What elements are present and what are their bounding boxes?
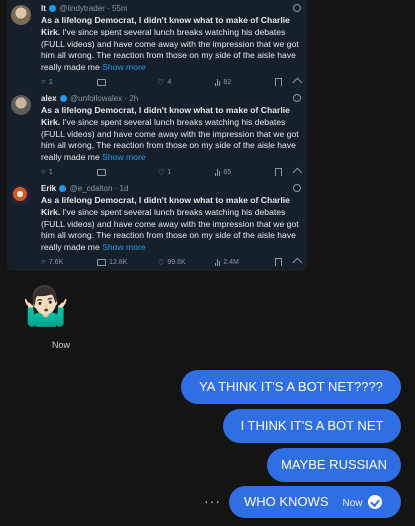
tweet-time: 2h [129,94,139,103]
like-count: ♡ 99.6K [157,257,186,267]
reply-count: ○ 1 [41,167,53,176]
reply-icon: ○ [41,77,46,86]
grok-icon [293,94,301,102]
tweet-header: alex @unfollowalex · 2h [41,94,139,103]
share-icon [292,257,303,267]
tweet-text: As a lifelong Democrat, I didn't know wh… [41,195,301,254]
tweet-text: As a lifelong Democrat, I didn't know wh… [41,105,301,164]
heart-icon: ♡ [157,257,165,267]
reply-icon: ○ [41,167,46,176]
avatar [11,95,31,115]
author-name: alex [41,94,57,103]
share-icon [292,77,303,87]
tweet-actions: ○ 1 ♡ 1 65 [41,167,303,177]
view-count: 82 [215,78,275,86]
avatar [11,5,31,25]
grok-icon [293,184,301,192]
read-receipt-icon [367,495,382,509]
repost-count: 12.8K [97,258,157,266]
reply-count: ○ 7.6K [41,257,64,266]
show-more-link: Show more [102,242,146,253]
show-more-link: Show more [102,62,146,73]
shared-screenshot[interactable]: lt @lindytrader · 55m As a lifelong Demo… [7,0,307,271]
tweet-time: 1d [119,184,129,193]
message-timestamp: Now [52,340,71,350]
views-icon [215,168,221,176]
reply-icon: ○ [41,257,46,266]
message-bubble[interactable]: I THINK IT'S A BOT NET [223,409,401,443]
tweet-body: I've since spent several lunch breaks wa… [41,26,299,73]
tweet-body: I've since spent several lunch breaks wa… [41,116,299,163]
show-more-link: Show more [102,152,146,163]
repost-icon [97,168,107,176]
bookmark-icon [275,258,283,266]
view-count: 65 [215,168,275,176]
views-icon [215,78,221,86]
more-options-icon[interactable]: ··· [204,493,221,509]
heart-icon: ♡ [157,77,165,87]
heart-icon: ♡ [157,167,165,177]
views-icon [215,258,221,266]
bookmark-icon [275,78,283,86]
message-bubble[interactable]: MAYBE RUSSIAN [267,448,401,482]
avatar [11,185,31,205]
message-bubble[interactable]: YA THINK IT'S A BOT NET???? [181,370,401,404]
message-text: WHO KNOWS [244,494,329,509]
message-timestamp: Now [342,498,363,509]
tweet-header: Erik @e_cdalton · 1d [41,184,129,193]
tweet-text: As a lifelong Democrat, I didn't know wh… [41,15,301,74]
reply-count: ○ 1 [41,77,53,86]
tweet-card: alex @unfollowalex · 2h As a lifelong De… [7,90,307,180]
repost-count [97,78,157,86]
author-handle: @lindytrader [59,4,105,13]
bookmark-icon [275,168,283,176]
tweet-actions: ○ 1 ♡ 4 82 [41,77,303,87]
grok-icon [293,4,301,12]
repost-count [97,168,157,176]
repost-icon [97,78,107,86]
author-name: lt [41,4,46,13]
tweet-card: lt @lindytrader · 55m As a lifelong Demo… [7,0,307,90]
tweet-card: Erik @e_cdalton · 1d As a lifelong Democ… [7,180,307,270]
message-bubble-last[interactable]: WHO KNOWS Now [229,486,401,518]
tweet-body: I've since spent several lunch breaks wa… [41,206,299,253]
verified-badge-icon [49,5,57,12]
like-count: ♡ 4 [157,77,172,87]
tweet-actions: ○ 7.6K 12.8K ♡ 99.6K 2.4M [41,257,303,267]
repost-icon [97,258,107,266]
author-handle: @e_cdalton [69,184,113,193]
verified-badge-icon [59,95,67,102]
tweet-header: lt @lindytrader · 55m [41,4,128,13]
shrug-emoji-message[interactable]: 🤷🏻‍♂️ [22,283,70,331]
view-count: 2.4M [215,258,275,266]
author-handle: @unfollowalex [70,94,123,103]
like-count: ♡ 1 [157,167,172,177]
tweet-time: 55m [111,4,128,13]
share-icon [292,167,303,177]
author-name: Erik [41,184,57,193]
verified-badge-icon [59,185,67,192]
